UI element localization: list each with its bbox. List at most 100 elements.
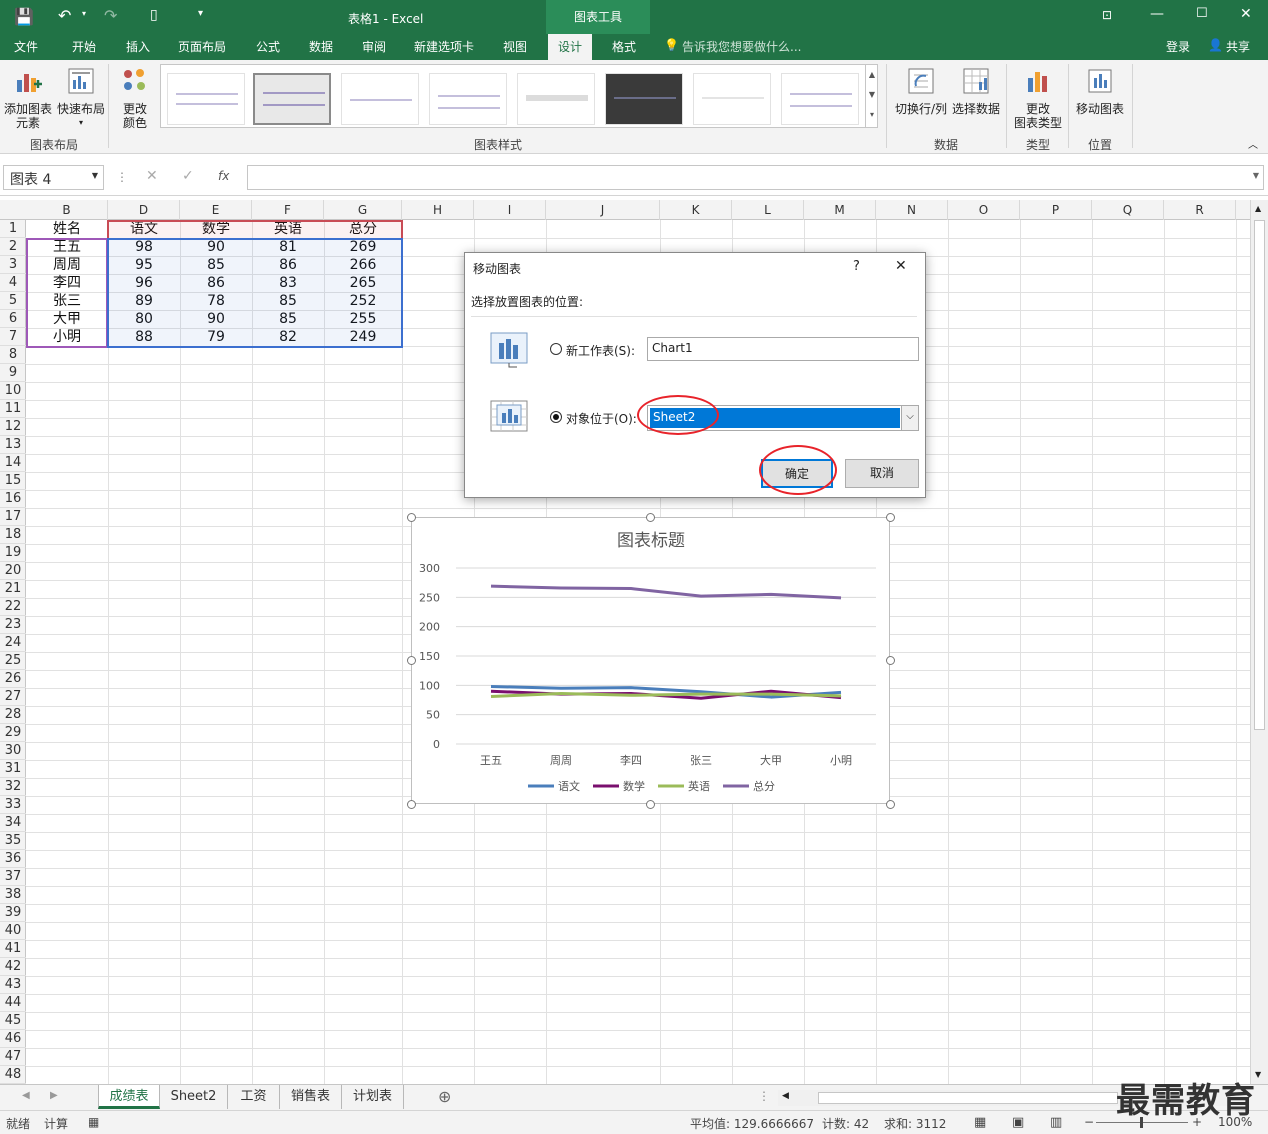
chart-resize-handle[interactable] [646, 799, 655, 809]
close-window-icon[interactable]: ✕ [1240, 6, 1252, 22]
row-header[interactable]: 38 [0, 886, 26, 904]
hscroll-thumb[interactable] [818, 1092, 1118, 1104]
cell[interactable]: 姓名 [26, 220, 108, 238]
row-header[interactable]: 11 [0, 400, 26, 418]
scroll-left-icon[interactable]: ◀ [782, 1091, 789, 1101]
row-header[interactable]: 48 [0, 1066, 26, 1084]
chart-resize-handle[interactable] [885, 512, 895, 522]
change-chart-type-button[interactable]: 更改 图表类型 [1010, 66, 1066, 130]
row-header[interactable]: 14 [0, 454, 26, 472]
row-header[interactable]: 28 [0, 706, 26, 724]
column-header[interactable]: H [402, 200, 474, 220]
name-box[interactable]: 图表 4 ▼ [3, 165, 104, 190]
row-header[interactable]: 18 [0, 526, 26, 544]
row-header[interactable]: 19 [0, 544, 26, 562]
move-chart-button[interactable]: 移动图表 [1072, 66, 1128, 116]
row-header[interactable]: 6 [0, 310, 26, 328]
tab-new[interactable]: 新建选项卡 [414, 38, 474, 55]
row-header[interactable]: 8 [0, 346, 26, 364]
tab-home[interactable]: 开始 [72, 38, 96, 55]
row-header[interactable]: 31 [0, 760, 26, 778]
select-data-button[interactable]: 选择数据 [950, 66, 1002, 116]
cancel-entry-icon[interactable]: ✕ [146, 168, 158, 184]
column-header[interactable]: N [876, 200, 948, 220]
collapse-ribbon-icon[interactable]: ︿ [1248, 136, 1258, 151]
page-break-view-icon[interactable]: ▥ [1050, 1115, 1062, 1130]
row-header[interactable]: 3 [0, 256, 26, 274]
customize-toolbar-icon[interactable]: ▾ [198, 8, 203, 19]
change-colors-button[interactable]: 更改 颜色 [114, 66, 156, 130]
row-header[interactable]: 24 [0, 634, 26, 652]
new-sheet-name-input[interactable]: Chart1 [647, 337, 919, 361]
row-header[interactable]: 16 [0, 490, 26, 508]
close-dialog-icon[interactable]: ✕ [895, 258, 907, 274]
line-chart[interactable]: 图表标题 0 50 100 150 200 250 300 王五 周周 李四 张三 大甲 小明 语文 数学 英语… [411, 517, 890, 804]
row-header[interactable]: 42 [0, 958, 26, 976]
chart-resize-handle[interactable] [646, 512, 655, 522]
sheet-tab-sales[interactable]: 销售表 [280, 1085, 342, 1109]
add-chart-element-button[interactable]: 添加图表 元素 [2, 66, 54, 130]
maximize-icon[interactable]: ☐ [1196, 6, 1208, 21]
row-header[interactable]: 23 [0, 616, 26, 634]
column-header[interactable]: M [804, 200, 876, 220]
login-link[interactable]: 登录 [1166, 38, 1190, 55]
row-header[interactable]: 25 [0, 652, 26, 670]
chart-style-7[interactable] [693, 73, 771, 125]
row-header[interactable]: 7 [0, 328, 26, 346]
column-header[interactable]: B [26, 200, 108, 220]
column-header[interactable]: E [180, 200, 252, 220]
column-header[interactable]: P [1020, 200, 1092, 220]
column-header[interactable]: K [660, 200, 732, 220]
undo-icon[interactable]: ↶ [58, 6, 71, 25]
undo-dropdown-icon[interactable]: ▾ [82, 9, 86, 18]
chart-resize-handle[interactable] [406, 799, 416, 809]
gallery-scroll[interactable]: ▲ ▼ ▾ [865, 65, 878, 127]
normal-view-icon[interactable]: ▦ [974, 1115, 986, 1130]
row-header[interactable]: 46 [0, 1030, 26, 1048]
tab-design[interactable]: 设计 [548, 34, 593, 60]
sheet-tab-sheet2[interactable]: Sheet2 [160, 1085, 228, 1109]
new-file-icon[interactable]: ▯ [150, 7, 158, 23]
prev-sheet-icon[interactable]: ◀ [22, 1090, 30, 1101]
chart-resize-handle[interactable] [406, 656, 416, 665]
row-header[interactable]: 33 [0, 796, 26, 814]
tab-file[interactable]: 文件 [14, 38, 38, 55]
row-header[interactable]: 32 [0, 778, 26, 796]
row-header[interactable]: 37 [0, 868, 26, 886]
chart-style-5[interactable] [517, 73, 595, 125]
sheet-tab-salary[interactable]: 工资 [228, 1085, 280, 1109]
confirm-entry-icon[interactable]: ✓ [182, 168, 194, 184]
chart-resize-handle[interactable] [406, 512, 416, 522]
redo-icon[interactable]: ↷ [104, 6, 117, 25]
column-header[interactable]: J [546, 200, 660, 220]
row-header[interactable]: 2 [0, 238, 26, 256]
sheet-tab-plan[interactable]: 计划表 [342, 1085, 404, 1109]
new-sheet-radio[interactable] [550, 343, 562, 355]
row-header[interactable]: 9 [0, 364, 26, 382]
object-in-radio[interactable] [550, 411, 562, 423]
chart-style-1[interactable] [167, 73, 245, 125]
tab-view[interactable]: 视图 [503, 38, 527, 55]
row-header[interactable]: 41 [0, 940, 26, 958]
tab-page-layout[interactable]: 页面布局 [178, 38, 226, 55]
help-button[interactable]: ? [853, 259, 860, 274]
tab-format[interactable]: 格式 [612, 38, 636, 55]
row-header[interactable]: 30 [0, 742, 26, 760]
ribbon-display-icon[interactable]: ⊡ [1102, 8, 1112, 22]
page-layout-view-icon[interactable]: ▣ [1012, 1115, 1024, 1130]
row-header[interactable]: 17 [0, 508, 26, 526]
row-header[interactable]: 29 [0, 724, 26, 742]
row-header[interactable]: 12 [0, 418, 26, 436]
add-sheet-icon[interactable]: ⊕ [438, 1087, 451, 1106]
column-header[interactable]: Q [1092, 200, 1164, 220]
tab-data[interactable]: 数据 [309, 38, 333, 55]
column-header[interactable]: L [732, 200, 804, 220]
chart-resize-handle[interactable] [885, 656, 895, 665]
column-header[interactable]: G [324, 200, 402, 220]
row-header[interactable]: 47 [0, 1048, 26, 1066]
switch-row-column-button[interactable]: 切换行/列 [892, 66, 950, 116]
zoom-slider[interactable] [1096, 1117, 1188, 1128]
row-header[interactable]: 26 [0, 670, 26, 688]
row-header[interactable]: 40 [0, 922, 26, 940]
quick-layout-button[interactable]: 快速布局 ▾ [56, 66, 106, 130]
